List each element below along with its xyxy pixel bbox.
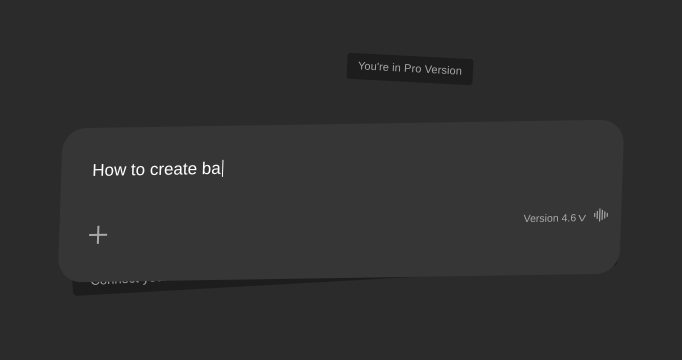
prompt-input[interactable]: How to create ba [92, 159, 224, 181]
pro-version-badge: You're in Pro Version [346, 52, 474, 86]
text-cursor [221, 159, 224, 177]
voice-waveform-icon [594, 208, 608, 222]
voice-input-button[interactable] [593, 207, 610, 223]
prompt-composer: How to create ba Version 4.6 V [57, 119, 625, 283]
add-attachment-button[interactable] [87, 224, 110, 246]
version-selector[interactable]: Version 4.6 V [523, 212, 587, 226]
version-label: Version 4.6 [523, 212, 577, 226]
pro-version-label: You're in Pro Version [357, 60, 463, 78]
chevron-down-icon: V [578, 213, 587, 224]
prompt-input-value: How to create ba [91, 158, 222, 180]
